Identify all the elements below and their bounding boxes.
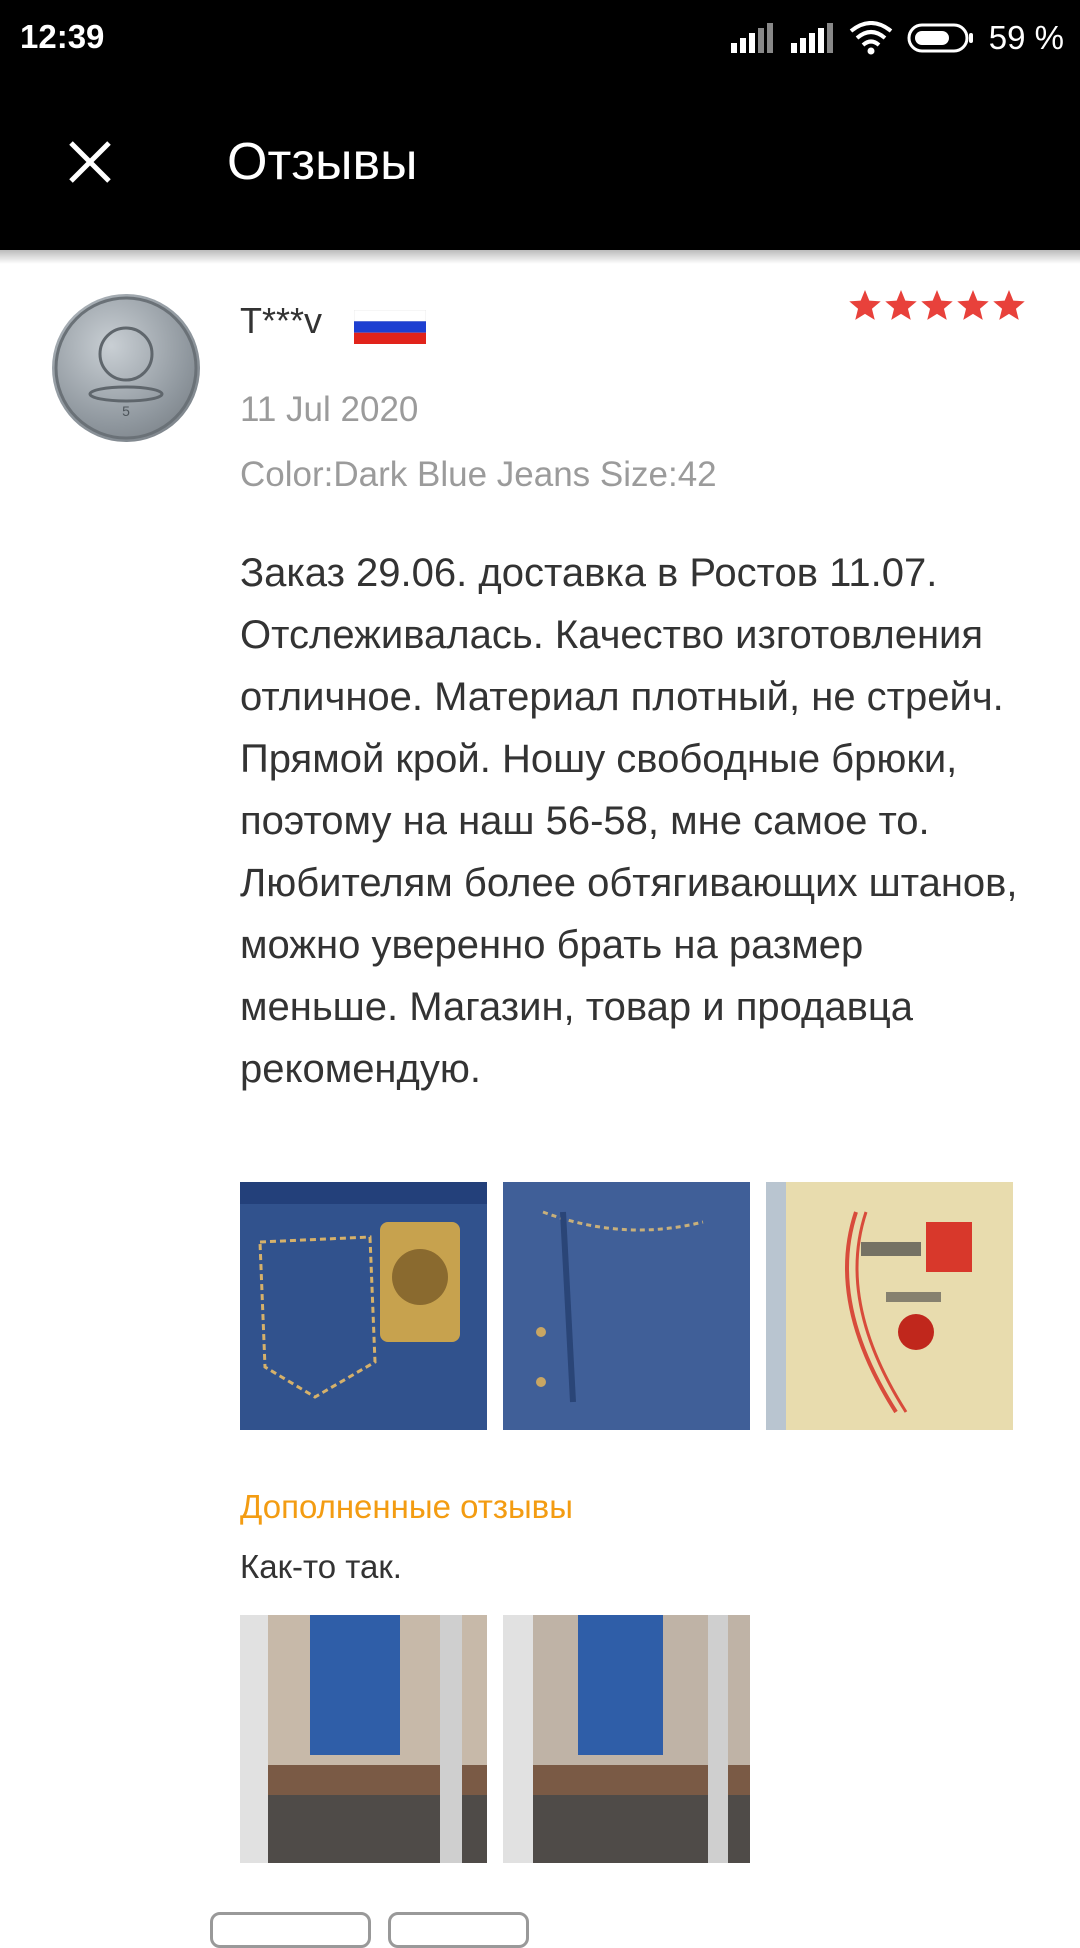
product-variant: Color:Dark Blue Jeans Size:42	[240, 455, 717, 494]
battery-percent: 59 %	[988, 19, 1064, 56]
reviewer-name: T***v	[240, 300, 323, 341]
review-date: 11 Jul 2020	[240, 390, 419, 429]
russia-flag-icon	[354, 310, 426, 344]
review-photo-mirror-1[interactable]	[240, 1615, 487, 1863]
battery-icon	[907, 23, 973, 53]
package-image	[766, 1182, 1013, 1430]
jeans-front-image	[503, 1182, 750, 1430]
app-bar-shadow	[0, 250, 1080, 264]
helpful-button[interactable]	[210, 1912, 371, 1948]
additional-review-photos	[240, 1615, 750, 1863]
additional-review-title: Дополненные отзывы	[240, 1488, 573, 1525]
close-icon	[69, 141, 111, 183]
avatar[interactable]: 5	[52, 294, 200, 442]
page-title: Отзывы	[227, 133, 418, 191]
svg-text:5: 5	[122, 403, 130, 419]
review-photo-mirror-2[interactable]	[503, 1615, 750, 1863]
review-photo-jeans-front[interactable]	[503, 1182, 750, 1430]
signal-icon	[730, 23, 773, 53]
not-helpful-button[interactable]	[388, 1912, 529, 1948]
additional-review-text: Как-то так.	[240, 1548, 402, 1585]
status-icons: 59 %	[729, 16, 1064, 60]
review-text: Заказ 29.06. доставка в Ростов 11.07. От…	[240, 551, 1018, 1091]
star-icon	[921, 290, 953, 320]
mirror-photo-image-2	[503, 1615, 750, 1863]
star-icon	[849, 290, 881, 320]
status-bar: 12:39 59 %	[0, 0, 1080, 76]
app-bar: Отзывы	[0, 76, 1080, 250]
star-icon	[957, 290, 989, 320]
review-photo-package[interactable]	[766, 1182, 1013, 1430]
status-time: 12:39	[20, 18, 105, 55]
jeans-back-image	[240, 1182, 487, 1430]
wifi-icon	[849, 21, 893, 55]
coin-avatar-image: 5	[54, 296, 198, 440]
star-icon	[993, 290, 1025, 320]
rating-stars	[848, 290, 1026, 322]
review-photos	[240, 1182, 1013, 1430]
signal-icon-2	[790, 23, 833, 53]
close-button[interactable]	[54, 126, 126, 198]
star-icon	[885, 290, 917, 320]
review-photo-jeans-back[interactable]	[240, 1182, 487, 1430]
mirror-photo-image	[240, 1615, 487, 1863]
